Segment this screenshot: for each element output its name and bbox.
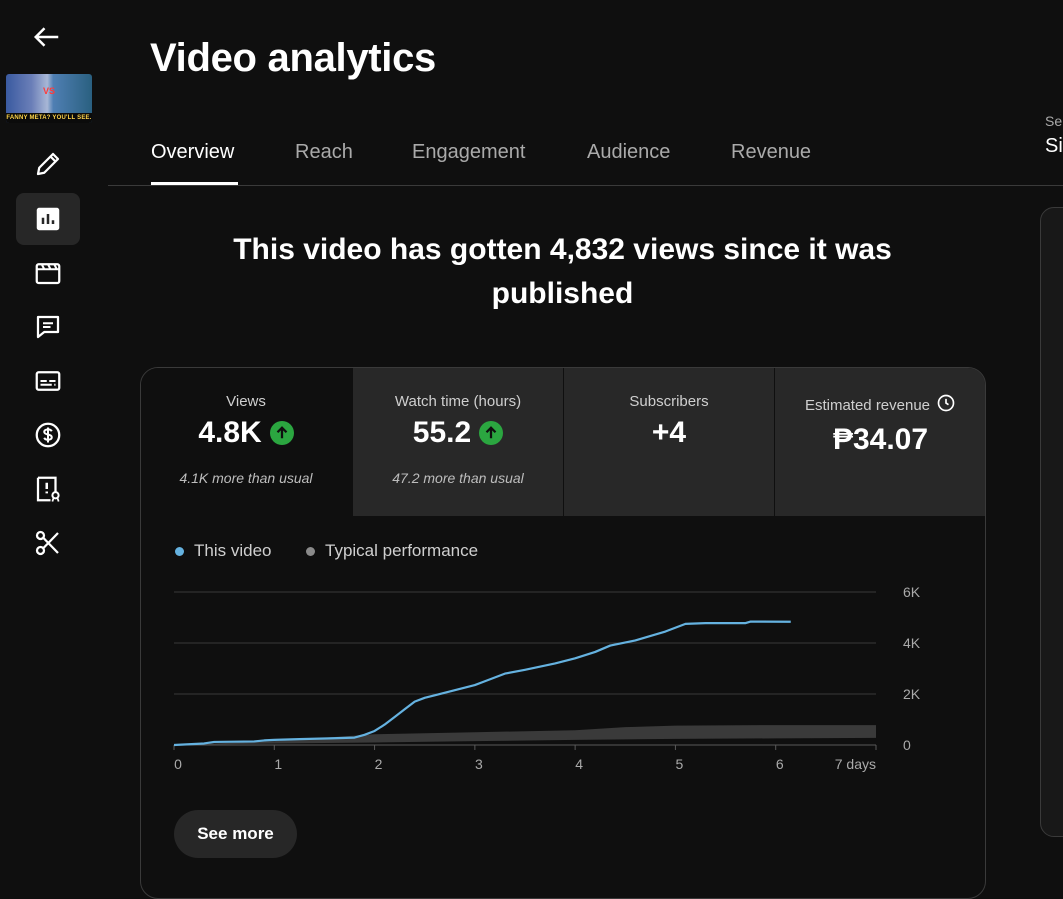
right-side-card bbox=[1040, 207, 1063, 837]
metric-watch-time[interactable]: Watch time (hours) 55.2 47.2 more than u… bbox=[352, 368, 563, 516]
right-panel-label: Se bbox=[1045, 113, 1063, 129]
tab-overview[interactable]: Overview bbox=[151, 141, 234, 164]
see-more-button[interactable]: See more bbox=[174, 810, 297, 858]
x-tick-label: 3 bbox=[475, 756, 483, 772]
thumbnail-badge: VS bbox=[43, 86, 56, 96]
metric-label: Estimated revenue bbox=[804, 396, 931, 414]
scissors-icon[interactable] bbox=[16, 517, 80, 569]
tab-audience[interactable]: Audience bbox=[587, 141, 670, 164]
metric-value: 4.8K bbox=[198, 416, 262, 449]
metric-label: Subscribers bbox=[629, 393, 709, 410]
right-panel-value[interactable]: Si bbox=[1045, 135, 1063, 158]
comments-icon[interactable] bbox=[16, 301, 80, 353]
metric-estimated-revenue[interactable]: Estimated revenue ₱34.07 bbox=[774, 368, 985, 516]
x-tick-label: 4 bbox=[575, 756, 583, 772]
metric-label: Watch time (hours) bbox=[394, 393, 522, 410]
subtitles-icon[interactable] bbox=[16, 355, 80, 407]
y-tick-label: 4K bbox=[903, 635, 921, 651]
tab-revenue[interactable]: Revenue bbox=[731, 141, 811, 164]
clock-icon[interactable] bbox=[936, 393, 956, 417]
metric-note: 4.1K more than usual bbox=[179, 470, 313, 486]
page-title: Video analytics bbox=[150, 36, 437, 80]
typical-performance-band bbox=[174, 725, 876, 745]
x-tick-label: 7 days bbox=[835, 756, 876, 772]
metric-label: Views bbox=[226, 393, 266, 410]
y-tick-label: 6K bbox=[903, 584, 921, 600]
pencil-icon[interactable] bbox=[16, 138, 80, 190]
clapperboard-icon[interactable] bbox=[16, 247, 80, 299]
tab-engagement[interactable]: Engagement bbox=[412, 141, 525, 164]
legend-label: Typical performance bbox=[325, 541, 479, 560]
copyright-alert-icon[interactable] bbox=[16, 463, 80, 515]
metric-value: +4 bbox=[651, 416, 687, 449]
legend-dot bbox=[306, 546, 315, 556]
analytics-icon[interactable] bbox=[16, 193, 80, 245]
x-tick-label: 1 bbox=[274, 756, 282, 772]
legend-typical[interactable]: Typical performance bbox=[306, 541, 478, 561]
x-tick-label: 0 bbox=[174, 756, 182, 772]
x-tick-label: 2 bbox=[375, 756, 383, 772]
x-tick-label: 6 bbox=[776, 756, 784, 772]
thumbnail-caption: FANNY META? YOU'LL SEE. bbox=[6, 113, 92, 123]
arrow-up-icon bbox=[479, 421, 504, 445]
metric-views[interactable]: Views 4.8K 4.1K more than usual bbox=[141, 368, 351, 516]
metric-note: 47.2 more than usual bbox=[392, 470, 524, 486]
tabs-divider bbox=[108, 185, 1063, 186]
views-chart[interactable]: 0 2K 4K 6K 0 1 2 3 4 5 6 7 days bbox=[141, 568, 985, 788]
x-tick-label: 5 bbox=[676, 756, 684, 772]
video-thumbnail[interactable]: VS FANNY META? YOU'LL SEE. bbox=[6, 74, 92, 123]
overview-card: Views 4.8K 4.1K more than usual Watch ti… bbox=[140, 367, 986, 899]
arrow-up-icon bbox=[269, 421, 294, 445]
back-arrow-icon[interactable] bbox=[32, 22, 64, 52]
y-tick-label: 0 bbox=[903, 737, 911, 753]
metric-value: ₱34.07 bbox=[832, 423, 929, 456]
dollar-icon[interactable] bbox=[16, 409, 80, 461]
metric-value: 55.2 bbox=[412, 416, 472, 449]
legend-this-video[interactable]: This video bbox=[175, 541, 271, 561]
metric-subscribers[interactable]: Subscribers +4 bbox=[563, 368, 774, 516]
views-headline: This video has gotten 4,832 views since … bbox=[233, 233, 892, 310]
legend-dot bbox=[175, 546, 184, 556]
y-tick-label: 2K bbox=[903, 686, 921, 702]
tab-reach[interactable]: Reach bbox=[295, 141, 353, 164]
legend-label: This video bbox=[194, 541, 272, 560]
